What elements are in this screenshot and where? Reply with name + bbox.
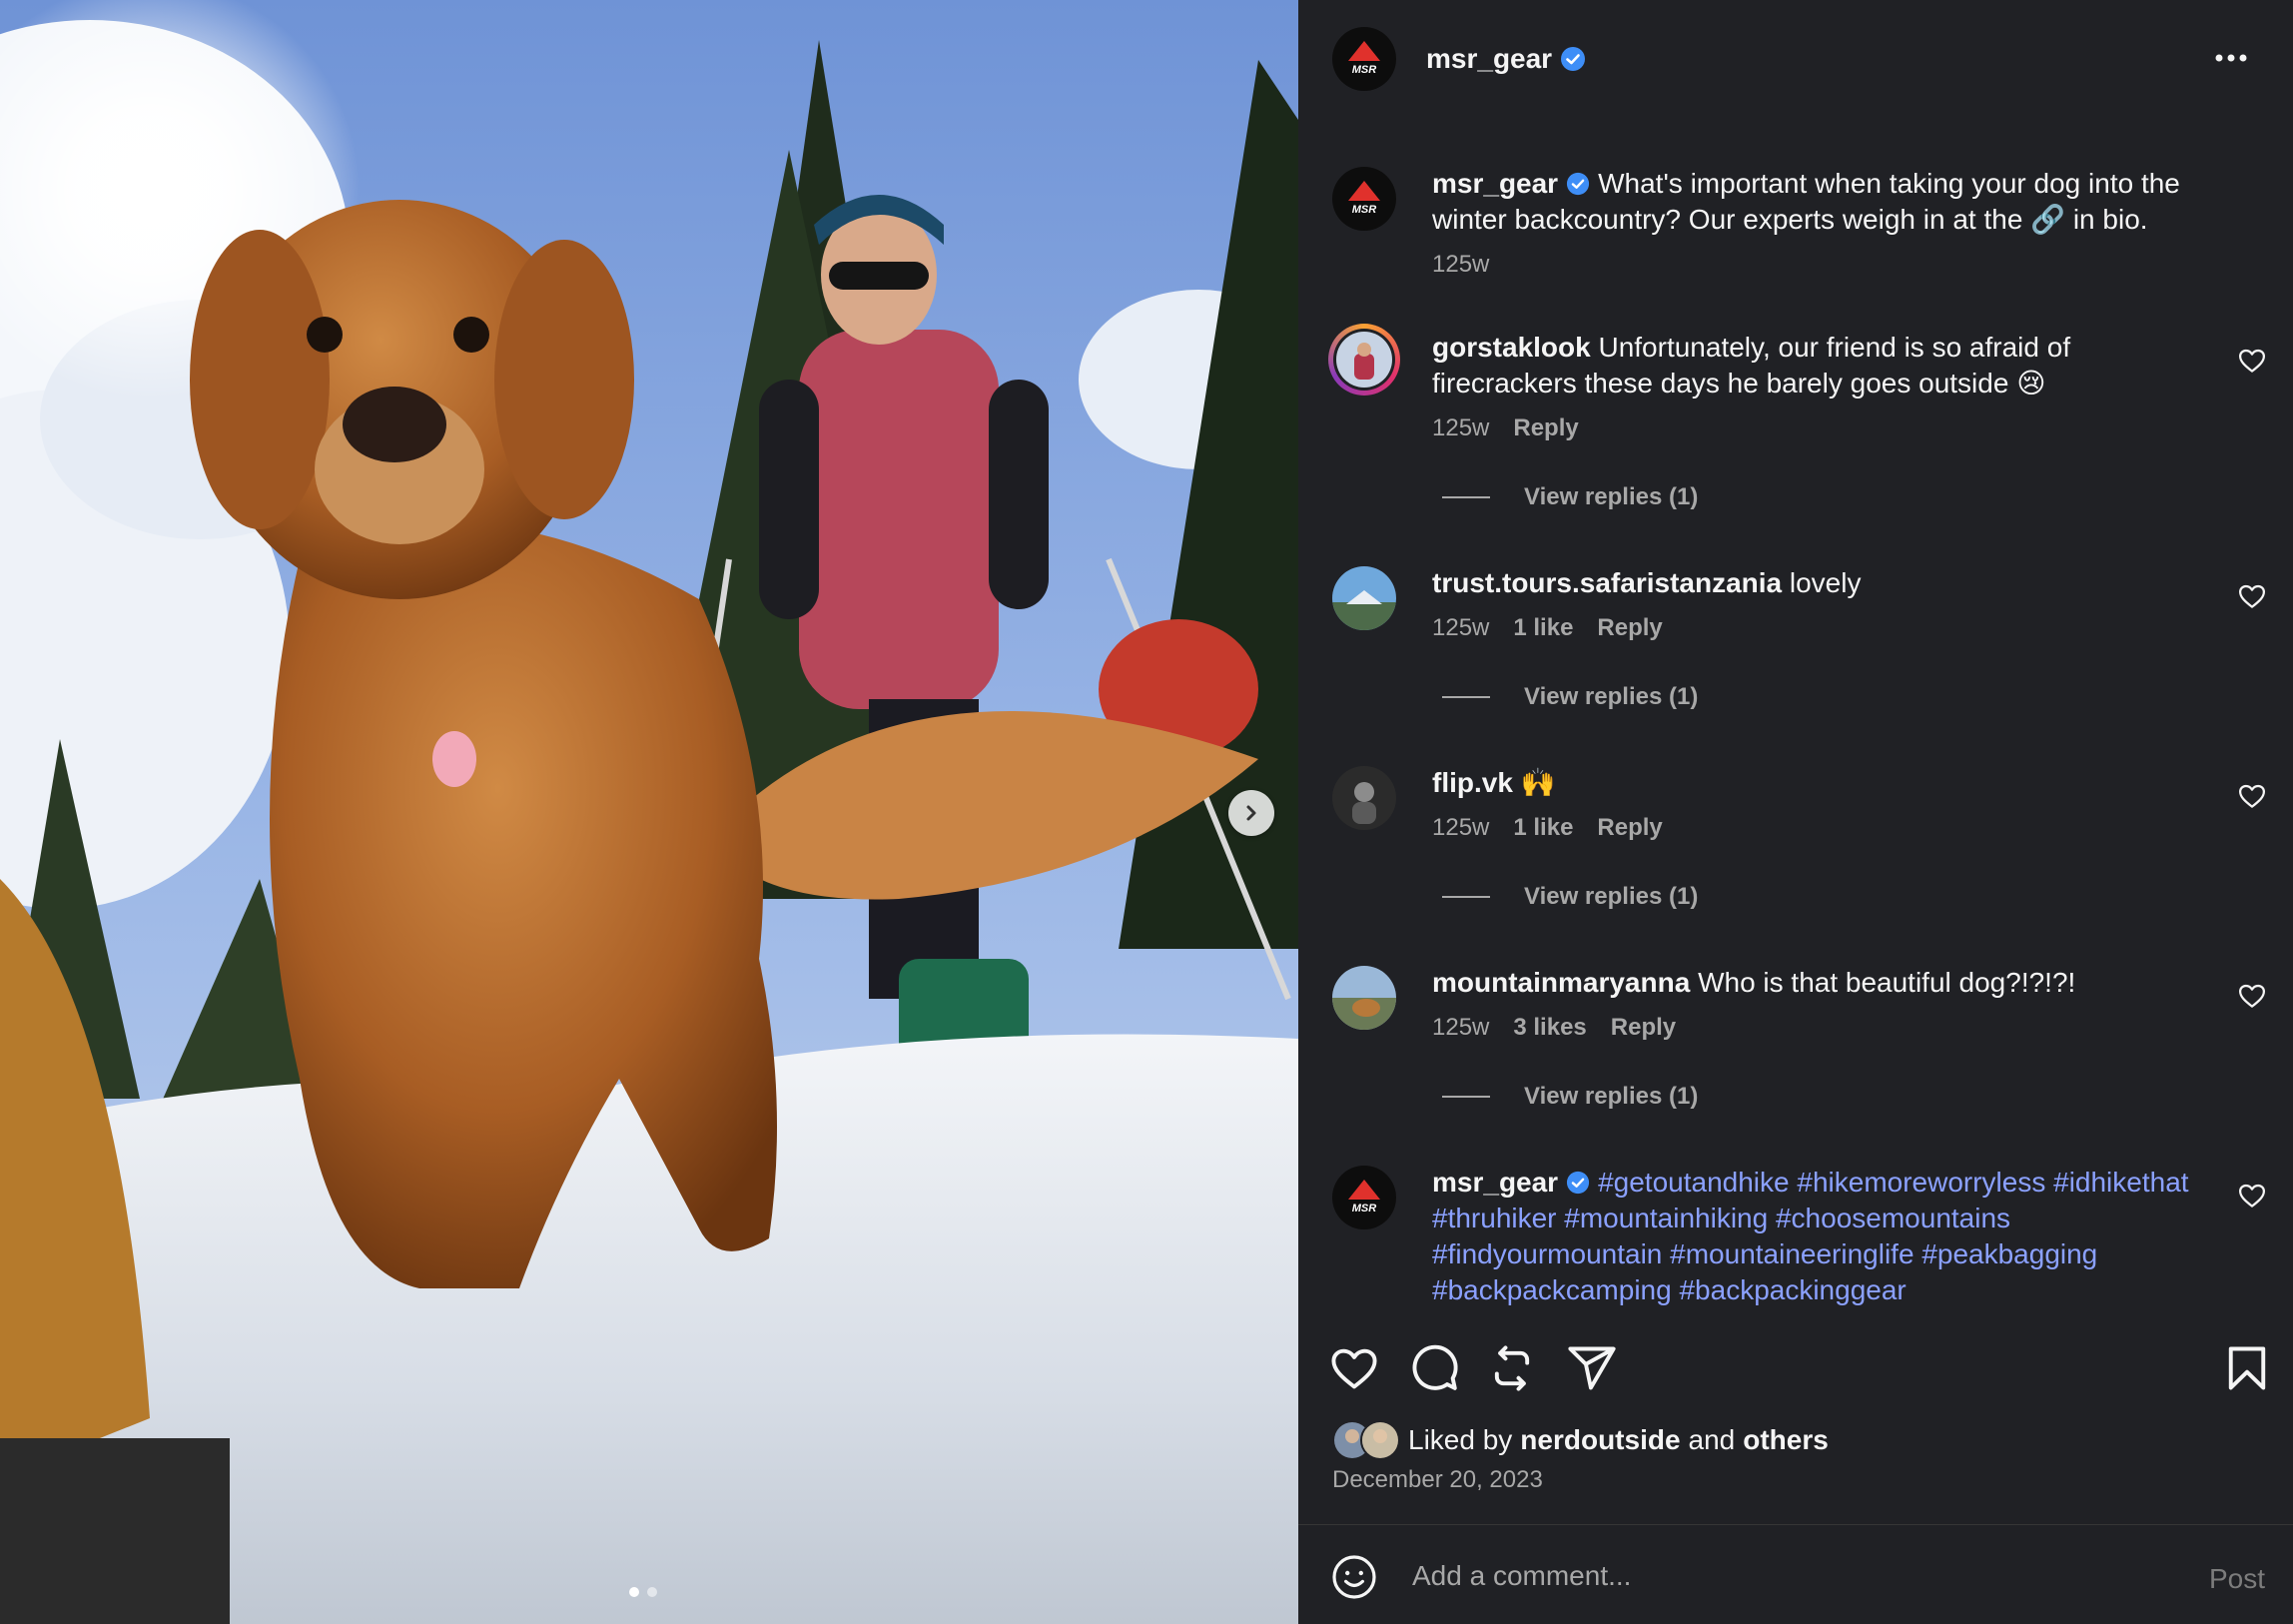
- comment-reply-button[interactable]: Reply: [1597, 814, 1662, 842]
- more-options-icon[interactable]: [2207, 40, 2255, 76]
- comment-avatar[interactable]: MSR: [1332, 1166, 1396, 1229]
- comment-text-block: mountainmaryanna Who is that beautiful d…: [1432, 965, 2211, 1001]
- caption-meta: 125w: [1432, 251, 1489, 279]
- comment-like-count[interactable]: 1 like: [1513, 814, 1573, 842]
- replies-divider-line: [1442, 896, 1490, 898]
- svg-text:MSR: MSR: [1352, 1203, 1377, 1215]
- comment-avatar[interactable]: [1332, 566, 1396, 630]
- user-avatar-image: [1362, 1422, 1398, 1458]
- like-comment-heart-icon[interactable]: [2237, 781, 2267, 811]
- liked-by-prefix: Liked by: [1408, 1424, 1513, 1455]
- liked-by-user-link[interactable]: nerdoutside: [1520, 1424, 1680, 1456]
- liked-by-row: Liked by nerdoutside and others: [1332, 1420, 1829, 1460]
- comment-reply-button[interactable]: Reply: [1597, 614, 1662, 642]
- post-date[interactable]: December 20, 2023: [1332, 1466, 1543, 1494]
- author-username[interactable]: msr_gear: [1426, 43, 1552, 75]
- view-replies-button[interactable]: View replies (1): [1442, 683, 1698, 711]
- caption-time: 125w: [1432, 251, 1490, 278]
- comment-time: 125w: [1432, 414, 1490, 441]
- post-comment-button[interactable]: Post: [2209, 1563, 2265, 1595]
- comment-avatar[interactable]: [1328, 324, 1400, 396]
- replies-divider-line: [1442, 696, 1490, 698]
- next-photo-button[interactable]: [1228, 790, 1274, 836]
- photo-dog-in-snow: [0, 0, 1298, 1624]
- msr-logo-icon: MSR: [1348, 1180, 1380, 1215]
- comment-text: lovely: [1789, 567, 1862, 598]
- post-side-panel: MSR msr_gear MSR msr_gear What's importan…: [1298, 0, 2293, 1624]
- view-replies-label: View replies (1): [1524, 483, 1699, 510]
- post-photo: [0, 0, 1298, 1624]
- comment-like-count[interactable]: 3 likes: [1513, 1014, 1586, 1042]
- like-comment-heart-icon[interactable]: [2237, 346, 2267, 376]
- user-avatar-image: [1332, 966, 1396, 1030]
- caption-text-block: msr_gear What's important when taking you…: [1432, 166, 2211, 238]
- comment-input[interactable]: [1410, 1547, 2113, 1605]
- comment-time: 125w: [1432, 814, 1490, 841]
- view-replies-button[interactable]: View replies (1): [1442, 883, 1698, 911]
- replies-divider-line: [1442, 1096, 1490, 1098]
- user-avatar-image: [1333, 329, 1395, 391]
- carousel-dot-1: [629, 1587, 639, 1597]
- view-replies-button[interactable]: View replies (1): [1442, 483, 1698, 511]
- comment-meta: 125w 1 like Reply: [1432, 614, 1663, 642]
- caption-username[interactable]: msr_gear: [1432, 168, 1558, 199]
- emoji-smiley-icon[interactable]: [1330, 1553, 1378, 1601]
- comment-time: 125w: [1432, 614, 1490, 641]
- carousel-indicator: [629, 1587, 657, 1597]
- msr-logo-icon: MSR: [1348, 181, 1380, 216]
- repost-icon[interactable]: [1486, 1342, 1538, 1394]
- comment-username[interactable]: flip.vk: [1432, 767, 1513, 798]
- comment-like-count[interactable]: 1 like: [1513, 614, 1573, 642]
- comment-meta: 125w 1 like Reply: [1432, 814, 1663, 842]
- share-paper-plane-icon[interactable]: [1566, 1342, 1618, 1394]
- chevron-right-icon: [1246, 805, 1256, 821]
- comment-username[interactable]: mountainmaryanna: [1432, 967, 1690, 998]
- add-comment-bar: Post: [1298, 1525, 2293, 1624]
- like-heart-icon[interactable]: [1328, 1342, 1380, 1394]
- comment-username[interactable]: gorstaklook: [1432, 332, 1591, 363]
- comment-meta: 125w Reply: [1432, 414, 1579, 442]
- save-bookmark-icon[interactable]: [2221, 1342, 2273, 1394]
- user-avatar-image: [1332, 566, 1396, 630]
- verified-badge-icon: [1567, 1171, 1590, 1194]
- like-comment-heart-icon[interactable]: [2237, 581, 2267, 611]
- caption-avatar[interactable]: MSR: [1332, 167, 1396, 231]
- msr-logo-icon: MSR: [1348, 41, 1380, 76]
- comment-meta: 125w 3 likes Reply: [1432, 1014, 1676, 1042]
- comment-text-block: flip.vk 🙌: [1432, 765, 2211, 801]
- comment-bubble-icon[interactable]: [1408, 1342, 1460, 1394]
- comment-time: 125w: [1432, 1014, 1490, 1041]
- comment-username[interactable]: trust.tours.safaristanzania: [1432, 567, 1782, 598]
- comment-text: Who is that beautiful dog?!?!?!: [1698, 967, 2076, 998]
- verified-badge-icon: [1567, 172, 1590, 195]
- liked-by-joiner: and: [1688, 1424, 1736, 1455]
- svg-text:MSR: MSR: [1352, 204, 1377, 216]
- post-header: MSR msr_gear: [1332, 26, 2293, 92]
- comment-reply-button[interactable]: Reply: [1611, 1014, 1676, 1042]
- view-replies-button[interactable]: View replies (1): [1442, 1083, 1698, 1111]
- svg-text:MSR: MSR: [1352, 64, 1377, 76]
- comment-username[interactable]: msr_gear: [1432, 1167, 1558, 1198]
- comment-text: 🙌: [1520, 767, 1556, 798]
- comment-avatar[interactable]: [1332, 766, 1396, 830]
- comment-text-block: trust.tours.safaristanzania lovely: [1432, 565, 2211, 601]
- comment-reply-button[interactable]: Reply: [1513, 414, 1578, 442]
- liker-avatar: [1360, 1420, 1400, 1460]
- comment-text-block: msr_gear #getoutandhike #hikemoreworryles…: [1432, 1165, 2211, 1308]
- view-replies-label: View replies (1): [1524, 683, 1699, 710]
- post-action-bar: [1298, 1318, 2293, 1418]
- verified-badge-icon: [1561, 47, 1586, 71]
- comment-text-block: gorstaklook Unfortunately, our friend is…: [1432, 330, 2211, 402]
- like-comment-heart-icon[interactable]: [2237, 981, 2267, 1011]
- view-replies-label: View replies (1): [1524, 1083, 1699, 1110]
- replies-divider-line: [1442, 496, 1490, 498]
- like-comment-heart-icon[interactable]: [2237, 1181, 2267, 1211]
- carousel-dot-2: [647, 1587, 657, 1597]
- author-avatar[interactable]: MSR: [1332, 27, 1396, 91]
- liked-by-others-link[interactable]: others: [1743, 1424, 1829, 1456]
- view-replies-label: View replies (1): [1524, 883, 1699, 910]
- user-avatar-image: [1332, 766, 1396, 830]
- comment-avatar[interactable]: [1332, 966, 1396, 1030]
